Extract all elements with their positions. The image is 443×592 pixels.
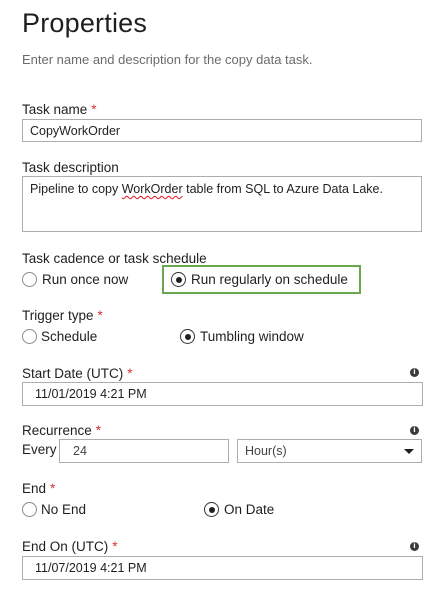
description-misspelled-word: WorkOrder xyxy=(121,182,183,196)
task-description-value: Pipeline to copy WorkOrder table from SQ… xyxy=(30,182,383,196)
radio-tumbling-window[interactable]: Tumbling window xyxy=(180,329,304,344)
task-name-value: CopyWorkOrder xyxy=(30,123,121,138)
page-subtitle: Enter name and description for the copy … xyxy=(22,52,313,67)
recurrence-unit-value: Hour(s) xyxy=(245,444,287,458)
end-label: End * xyxy=(22,481,55,496)
recurrence-interval-value: 24 xyxy=(73,444,87,458)
start-date-value: 11/01/2019 4:21 PM xyxy=(35,387,147,401)
end-on-value: 11/07/2019 4:21 PM xyxy=(35,561,147,575)
end-label-text: End xyxy=(22,481,47,496)
required-mark: * xyxy=(50,481,56,496)
radio-no-end-label: No End xyxy=(41,502,87,517)
radio-schedule-label: Schedule xyxy=(41,329,98,344)
recurrence-unit-select[interactable]: Hour(s) xyxy=(237,439,422,463)
start-date-label-text: Start Date (UTC) xyxy=(22,366,124,381)
required-mark: * xyxy=(95,423,102,438)
radio-selected-icon xyxy=(171,272,186,287)
radio-unselected-icon xyxy=(22,329,37,344)
end-on-label-text: End On (UTC) xyxy=(22,539,109,554)
radio-on-date[interactable]: On Date xyxy=(204,502,274,517)
radio-no-end[interactable]: No End xyxy=(22,502,86,517)
radio-schedule[interactable]: Schedule xyxy=(22,329,97,344)
description-text-1: Pipeline to copy xyxy=(30,182,122,196)
radio-tumbling-window-label: Tumbling window xyxy=(200,329,304,344)
trigger-type-label-text: Trigger type xyxy=(22,308,94,323)
radio-selected-icon xyxy=(204,502,219,517)
task-name-input[interactable]: CopyWorkOrder xyxy=(22,119,422,142)
radio-run-regularly-label: Run regularly on schedule xyxy=(191,272,348,287)
start-date-input[interactable]: 11/01/2019 4:21 PM xyxy=(22,382,423,406)
cadence-label: Task cadence or task schedule xyxy=(22,251,207,266)
radio-on-date-label: On Date xyxy=(224,502,275,517)
info-icon[interactable]: i xyxy=(410,368,419,377)
recurrence-label-text: Recurrence xyxy=(22,423,92,438)
page-title: Properties xyxy=(22,8,148,38)
radio-run-once-label: Run once now xyxy=(42,272,129,287)
task-description-label: Task description xyxy=(22,160,119,175)
required-mark: * xyxy=(97,308,103,323)
chevron-down-icon xyxy=(404,448,414,454)
task-name-label-text: Task name xyxy=(22,102,88,117)
radio-run-regularly[interactable]: Run regularly on schedule xyxy=(171,272,348,287)
task-name-label: Task name * xyxy=(22,102,97,117)
recurrence-interval-input[interactable]: 24 xyxy=(59,439,229,463)
recurrence-label: Recurrence * xyxy=(22,423,101,438)
info-icon[interactable]: i xyxy=(410,542,419,551)
info-icon[interactable]: i xyxy=(410,426,419,435)
task-description-textarea[interactable]: Pipeline to copy WorkOrder table from SQ… xyxy=(22,176,422,232)
required-mark: * xyxy=(112,539,118,554)
end-on-input[interactable]: 11/07/2019 4:21 PM xyxy=(22,556,423,580)
radio-unselected-icon xyxy=(22,272,37,287)
description-text-2: table from SQL to Azure Data Lake. xyxy=(182,182,383,196)
radio-unselected-icon xyxy=(22,502,37,517)
trigger-type-label: Trigger type * xyxy=(22,308,103,323)
required-mark: * xyxy=(127,366,133,381)
radio-run-once[interactable]: Run once now xyxy=(22,272,128,287)
start-date-label: Start Date (UTC) * xyxy=(22,366,133,381)
radio-selected-icon xyxy=(180,329,195,344)
required-mark: * xyxy=(91,102,97,117)
end-on-label: End On (UTC) * xyxy=(22,539,118,554)
every-label: Every xyxy=(22,442,57,457)
